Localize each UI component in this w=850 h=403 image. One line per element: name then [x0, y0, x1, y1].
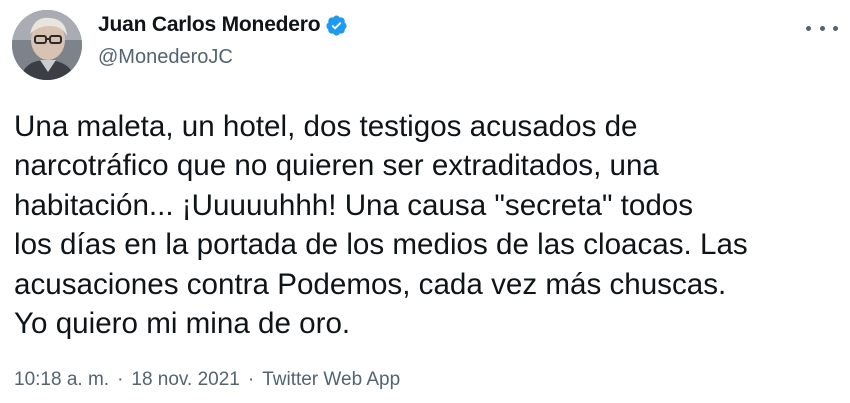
tweet-source-link[interactable]: Twitter Web App	[262, 369, 400, 390]
meta-separator: ·	[117, 369, 124, 390]
tweet-time[interactable]: 10:18 a. m.	[14, 369, 109, 390]
author-name-row: Juan Carlos Monedero	[98, 13, 348, 37]
tweet-date[interactable]: 18 nov. 2021	[131, 369, 239, 390]
author-name[interactable]: Juan Carlos Monedero	[98, 13, 321, 37]
more-options-button[interactable]	[806, 18, 838, 38]
more-horizontal-icon	[806, 25, 811, 31]
tweet-text: Una maleta, un hotel, dos testigos acusa…	[14, 110, 748, 341]
verified-badge-icon	[325, 14, 348, 37]
avatar-image	[12, 10, 82, 80]
author-handle[interactable]: @MonederoJC	[98, 46, 233, 69]
tweet: Juan Carlos Monedero @MonederoJC Una mal…	[0, 0, 850, 403]
tweet-metadata: 10:18 a. m. · 18 nov. 2021 · Twitter Web App	[14, 369, 400, 391]
avatar[interactable]	[12, 10, 82, 80]
meta-separator: ·	[247, 369, 255, 390]
